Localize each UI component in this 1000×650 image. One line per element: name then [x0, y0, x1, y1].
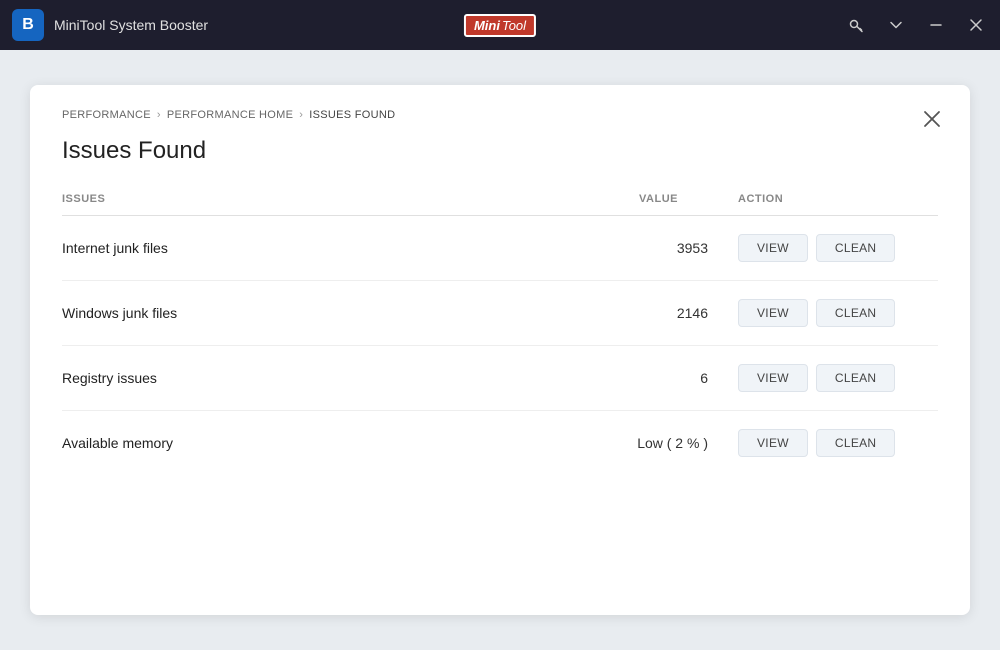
issue-actions: VIEW CLEAN [738, 346, 938, 411]
app-logo-icon: B [12, 9, 44, 41]
titlebar: B MiniTool System Booster Mini Tool [0, 0, 1000, 50]
main-area: PERFORMANCE › PERFORMANCE HOME › ISSUES … [0, 50, 1000, 650]
brand-mini-text: Mini [474, 18, 500, 33]
brand-tool-text: Tool [502, 18, 526, 33]
col-action-header: ACTION [738, 193, 938, 216]
issue-value: 6 [422, 346, 738, 411]
breadcrumb-separator-2: › [299, 109, 303, 121]
view-button-2[interactable]: VIEW [738, 364, 808, 392]
issue-name: Windows junk files [62, 281, 422, 346]
clean-button-1[interactable]: CLEAN [816, 299, 896, 327]
clean-button-0[interactable]: CLEAN [816, 234, 896, 262]
view-button-3[interactable]: VIEW [738, 429, 808, 457]
issue-value: 3953 [422, 216, 738, 281]
minimize-button[interactable] [924, 13, 948, 37]
brand-logo: Mini Tool [464, 14, 536, 37]
clean-button-2[interactable]: CLEAN [816, 364, 896, 392]
issue-value: 2146 [422, 281, 738, 346]
table-row: Registry issues6VIEW CLEAN [62, 346, 938, 411]
view-button-0[interactable]: VIEW [738, 234, 808, 262]
col-issues-header: ISSUES [62, 193, 422, 216]
clean-button-3[interactable]: CLEAN [816, 429, 896, 457]
window-controls [844, 13, 988, 37]
breadcrumb-item-home[interactable]: PERFORMANCE HOME [167, 109, 293, 121]
issue-actions: VIEW CLEAN [738, 281, 938, 346]
issue-actions: VIEW CLEAN [738, 216, 938, 281]
breadcrumb-item-performance[interactable]: PERFORMANCE [62, 109, 151, 121]
chevron-down-icon[interactable] [884, 13, 908, 37]
table-row: Available memoryLow ( 2 % )VIEW CLEAN [62, 411, 938, 476]
close-button[interactable] [964, 13, 988, 37]
issue-value: Low ( 2 % ) [422, 411, 738, 476]
col-value-header: VALUE [422, 193, 738, 216]
key-icon[interactable] [844, 13, 868, 37]
issues-table: ISSUES VALUE ACTION Internet junk files3… [62, 193, 938, 475]
table-row: Windows junk files2146VIEW CLEAN [62, 281, 938, 346]
view-button-1[interactable]: VIEW [738, 299, 808, 327]
card-close-button[interactable] [918, 105, 946, 133]
issue-name: Internet junk files [62, 216, 422, 281]
app-title: MiniTool System Booster [54, 17, 844, 33]
issue-name: Available memory [62, 411, 422, 476]
table-row: Internet junk files3953VIEW CLEAN [62, 216, 938, 281]
breadcrumb: PERFORMANCE › PERFORMANCE HOME › ISSUES … [62, 109, 938, 121]
issue-name: Registry issues [62, 346, 422, 411]
breadcrumb-item-issues: ISSUES FOUND [309, 109, 395, 121]
page-title: Issues Found [62, 137, 938, 165]
issue-actions: VIEW CLEAN [738, 411, 938, 476]
issues-card: PERFORMANCE › PERFORMANCE HOME › ISSUES … [30, 85, 970, 615]
breadcrumb-separator-1: › [157, 109, 161, 121]
